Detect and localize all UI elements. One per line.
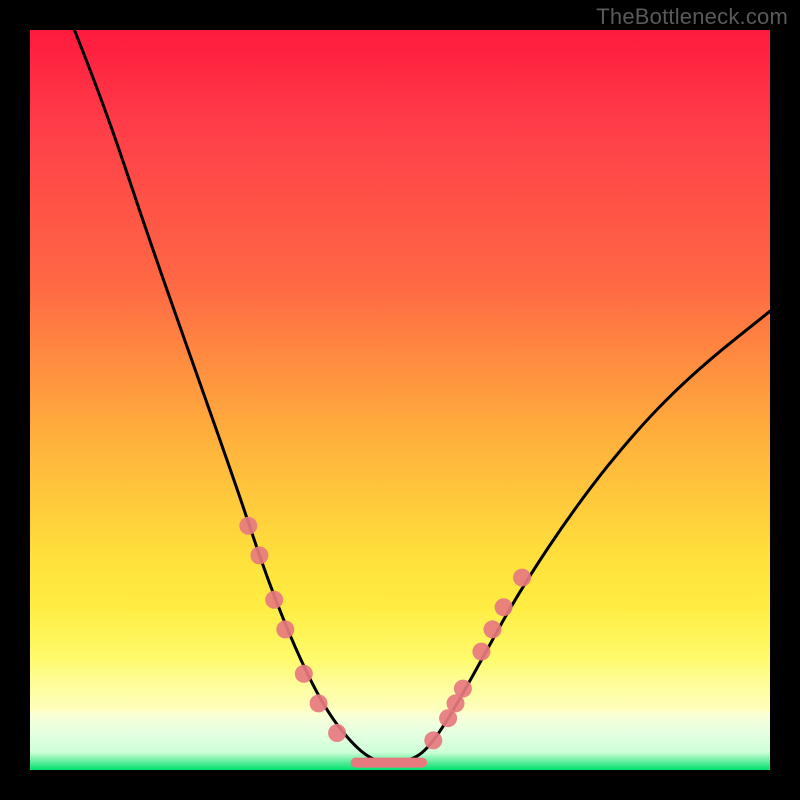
markers-left xyxy=(239,517,346,742)
chart-frame: TheBottleneck.com xyxy=(0,0,800,800)
markers-right xyxy=(424,569,531,750)
plot-area xyxy=(30,30,770,770)
bottleneck-curve xyxy=(74,30,770,763)
chart-svg xyxy=(30,30,770,770)
watermark-text: TheBottleneck.com xyxy=(596,4,788,30)
